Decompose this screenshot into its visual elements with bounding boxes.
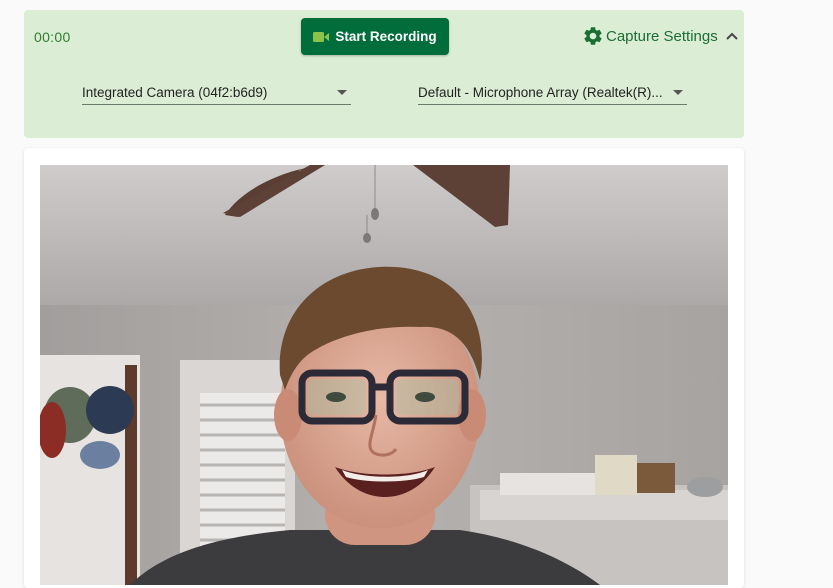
- dropdown-arrow-icon: [673, 89, 683, 95]
- webcam-frame-image: [40, 165, 728, 585]
- camera-select-value: Integrated Camera (04f2:b6d9): [82, 84, 268, 100]
- camera-select[interactable]: Integrated Camera (04f2:b6d9): [82, 80, 351, 105]
- start-recording-button[interactable]: Start Recording: [301, 18, 449, 55]
- dropdown-arrow-icon: [337, 89, 347, 95]
- start-recording-label: Start Recording: [335, 29, 437, 44]
- recording-timer: 00:00: [34, 29, 71, 45]
- chevron-up-icon[interactable]: [726, 32, 738, 40]
- microphone-select[interactable]: Default - Microphone Array (Realtek(R)..…: [418, 80, 687, 105]
- gear-icon: [582, 25, 604, 47]
- capture-settings-toggle[interactable]: Capture Settings: [582, 25, 738, 47]
- video-preview-card: [24, 148, 744, 588]
- webcam-preview: [40, 165, 728, 585]
- video-camera-icon: [313, 31, 330, 43]
- capture-settings-label: Capture Settings: [606, 27, 718, 45]
- microphone-select-value: Default - Microphone Array (Realtek(R)..…: [418, 84, 663, 100]
- capture-toolbar: 00:00 Start Recording Capture Settings I…: [24, 10, 744, 138]
